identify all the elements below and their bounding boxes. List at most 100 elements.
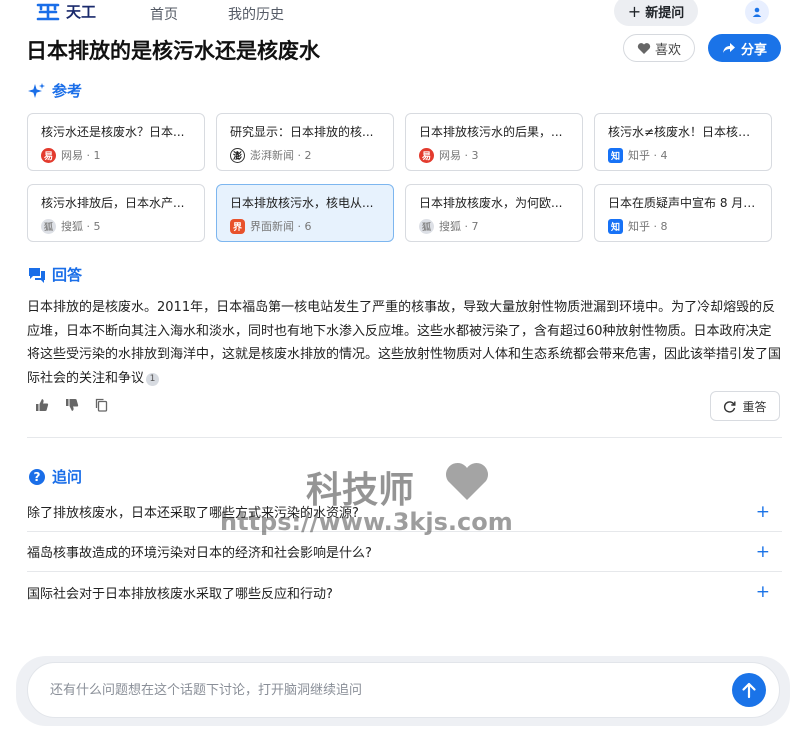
thumbs-up-icon[interactable] — [35, 398, 49, 412]
reference-separator: · — [461, 219, 472, 233]
reference-card[interactable]: 日本在质疑声中宣布 8 月 2... 知知乎 · 8 — [594, 184, 772, 242]
reference-source: 网易 — [439, 149, 461, 162]
heart-icon — [637, 42, 651, 54]
sohu-source-icon: 狐 — [419, 218, 434, 234]
page-title: 日本排放的是核污水还是核废水 — [26, 39, 320, 63]
reference-separator: · — [83, 219, 94, 233]
reference-card[interactable]: 日本排放核污水的后果，... 易网易 · 3 — [405, 113, 583, 171]
watermark-heart-icon — [445, 462, 489, 500]
svg-text:?: ? — [34, 470, 41, 484]
user-icon — [752, 7, 762, 17]
reference-separator: · — [294, 219, 305, 233]
sparkle-icon — [28, 82, 45, 98]
jiemian-source-icon: 界 — [230, 218, 245, 234]
followup-item[interactable]: 福岛核事故造成的环境污染对日本的经济和社会影响是什么? + — [27, 532, 782, 572]
chat-bubble-icon — [29, 267, 45, 283]
reference-meta: 知知乎 · 8 — [608, 218, 759, 234]
answer-heading-label: 回答 — [52, 266, 83, 284]
plus-icon: + — [627, 1, 642, 21]
reference-source: 网易 — [61, 149, 83, 162]
arrow-up-icon — [742, 682, 756, 699]
reference-index: 7 — [471, 219, 479, 233]
brand-name: 天工 — [66, 3, 97, 21]
reference-card[interactable]: 核污水排放后，日本水产... 狐搜狐 · 5 — [27, 184, 205, 242]
reference-index: 8 — [660, 219, 668, 233]
reference-title: 研究显示：日本排放的核... — [230, 125, 374, 139]
plus-icon[interactable]: + — [756, 582, 770, 602]
reference-grid: 核污水还是核废水？日本... 易网易 · 1 研究显示：日本排放的核... 澎澎湃新闻… — [27, 113, 782, 242]
regenerate-button[interactable]: 重答 — [710, 391, 780, 421]
reference-title: 日本排放核废水，为何欧... — [419, 196, 563, 210]
copy-icon[interactable] — [95, 398, 108, 412]
section-divider — [27, 437, 782, 438]
reference-title: 核污水还是核废水？日本... — [41, 125, 185, 139]
reference-meta: 狐搜狐 · 7 — [419, 218, 570, 234]
followup-input[interactable] — [27, 662, 780, 718]
plus-icon[interactable]: + — [756, 542, 770, 562]
references-heading: 参考 — [28, 80, 82, 101]
send-button[interactable] — [732, 673, 766, 707]
wangyi-source-icon: 易 — [419, 147, 434, 163]
reference-meta: 知知乎 · 4 — [608, 147, 759, 163]
like-button[interactable]: 喜欢 — [623, 34, 695, 62]
reference-meta: 易网易 · 1 — [41, 147, 192, 163]
answer-body: 日本排放的是核废水。2011年，日本福岛第一核电站发生了严重的核事故，导致大量放… — [27, 296, 782, 390]
followup-text: 国际社会对于日本排放核废水采取了哪些反应和行动? — [27, 586, 333, 602]
answer-heading: 回答 — [28, 264, 82, 285]
sohu-source-icon: 狐 — [41, 218, 56, 234]
reference-title: 日本在质疑声中宣布 8 月 2... — [608, 196, 759, 210]
refresh-icon — [724, 400, 736, 413]
reference-source: 澎湃新闻 — [250, 149, 294, 162]
reference-card[interactable]: 核污水≠核废水！日本核污... 知知乎 · 4 — [594, 113, 772, 171]
watermark-text: 科技师 — [306, 470, 415, 511]
zhihu-source-icon: 知 — [608, 218, 623, 234]
regenerate-label: 重答 — [742, 399, 767, 414]
references-heading-label: 参考 — [52, 82, 83, 100]
user-avatar[interactable] — [745, 0, 769, 24]
reference-index: 5 — [93, 219, 101, 233]
followup-text: 福岛核事故造成的环境污染对日本的经济和社会影响是什么? — [27, 546, 372, 561]
reference-source: 搜狐 — [439, 220, 461, 233]
reference-card[interactable]: 日本排放核污水，核电从... 界界面新闻 · 6 — [216, 184, 394, 242]
followups-heading: ? 追问 — [28, 466, 82, 487]
top-nav: 天工 首页 我的历史 + 新提问 — [0, 0, 800, 26]
nav-home-link[interactable]: 首页 — [150, 4, 178, 24]
reference-title: 核污水排放后，日本水产... — [41, 196, 185, 210]
share-button[interactable]: 分享 — [708, 34, 781, 62]
plus-icon[interactable]: + — [756, 502, 770, 522]
reference-index: 1 — [93, 148, 101, 162]
reference-title: 核污水≠核废水！日本核污... — [608, 125, 759, 139]
followup-item[interactable]: 国际社会对于日本排放核废水采取了哪些反应和行动? + — [27, 572, 782, 612]
answer-actions — [35, 398, 124, 412]
reference-source: 搜狐 — [61, 220, 83, 233]
reference-index: 3 — [471, 148, 479, 162]
new-question-button[interactable]: + 新提问 — [614, 0, 698, 26]
pengpai-source-icon: 澎 — [230, 147, 245, 163]
like-label: 喜欢 — [654, 42, 681, 58]
reference-index: 6 — [304, 219, 312, 233]
citation-badge[interactable]: 1 — [146, 372, 160, 386]
reference-meta: 界界面新闻 · 6 — [230, 218, 381, 234]
reference-meta: 澎澎湃新闻 · 2 — [230, 147, 381, 163]
nav-history-link[interactable]: 我的历史 — [228, 4, 284, 24]
question-circle-icon: ? — [29, 468, 45, 485]
reference-source: 知乎 — [628, 220, 650, 233]
reference-separator: · — [461, 148, 472, 162]
brand-logo[interactable]: 天工 — [36, 1, 96, 22]
new-question-label: 新提问 — [645, 5, 685, 21]
zhihu-source-icon: 知 — [608, 147, 623, 163]
wangyi-source-icon: 易 — [41, 147, 56, 163]
reference-title: 日本排放核污水的后果，... — [419, 125, 563, 139]
reference-title: 日本排放核污水，核电从... — [230, 196, 374, 210]
reference-source: 界面新闻 — [250, 220, 294, 233]
reference-index: 2 — [304, 148, 312, 162]
watermark-url: https://www.3kjs.com — [220, 508, 513, 536]
reference-card[interactable]: 核污水还是核废水？日本... 易网易 · 1 — [27, 113, 205, 171]
reference-separator: · — [650, 219, 661, 233]
reference-separator: · — [294, 148, 305, 162]
reference-card[interactable]: 日本排放核废水，为何欧... 狐搜狐 · 7 — [405, 184, 583, 242]
reference-separator: · — [650, 148, 661, 162]
reference-card[interactable]: 研究显示：日本排放的核... 澎澎湃新闻 · 2 — [216, 113, 394, 171]
thumbs-down-icon[interactable] — [65, 398, 79, 412]
followups-heading-label: 追问 — [52, 468, 83, 486]
